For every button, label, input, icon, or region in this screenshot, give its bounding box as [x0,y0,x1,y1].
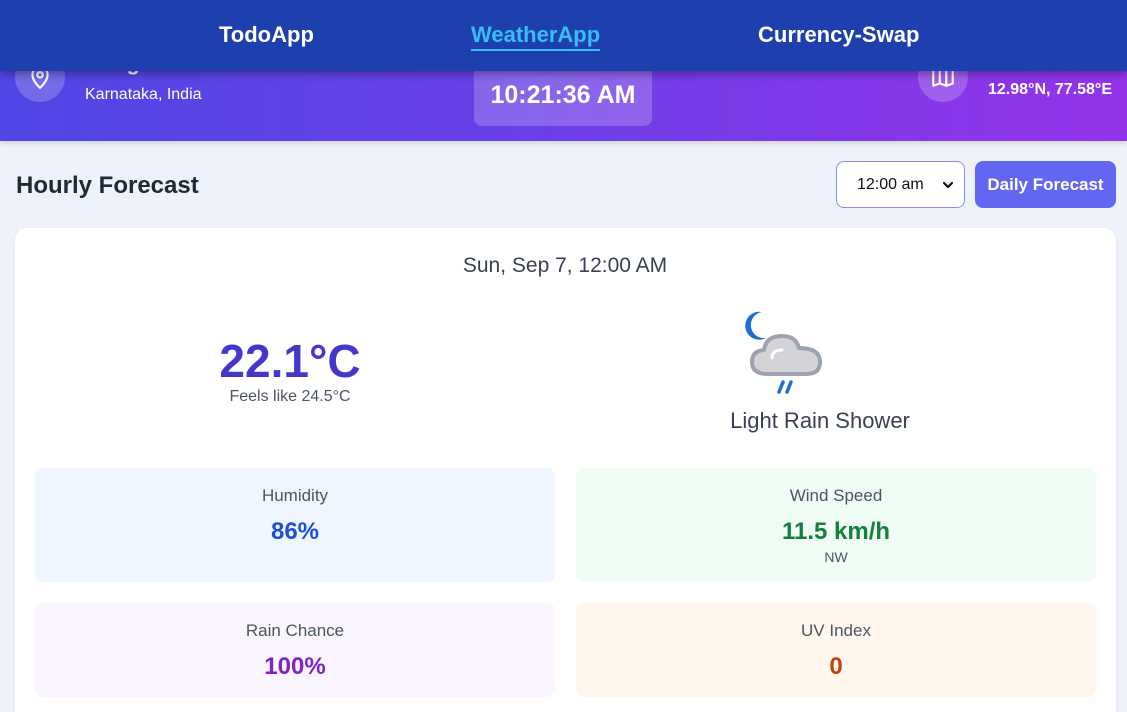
wind-direction: NW [824,549,848,565]
uv-index-card: UV Index 0 [576,603,1096,697]
coordinates: 12.98°N, 77.58°E [988,81,1112,98]
nav-currency-swap[interactable]: Currency-Swap [758,22,919,48]
rain-value: 100% [264,653,326,680]
current-time: 10:21:36 AM [474,64,652,126]
nav-todoapp[interactable]: TodoApp [219,22,314,48]
temperature: 22.1°C [219,335,361,387]
section-title: Hourly Forecast [16,172,199,199]
rain-label: Rain Chance [245,621,345,640]
hour-select-value: 12:00 am [857,175,924,193]
humidity-value: 86% [270,518,320,545]
region-name: Karnataka, India [85,86,202,103]
daily-forecast-button[interactable]: Daily Forecast [975,161,1116,208]
uv-label: UV Index [801,621,871,640]
nav-weatherapp[interactable]: WeatherApp [471,22,601,51]
hour-select[interactable]: 12:00 am [836,161,965,208]
weather-condition: Light Rain Shower [730,408,910,433]
humidity-label: Humidity [261,486,329,505]
humidity-card: Humidity 86% [35,468,555,582]
feels-like: Feels like 24.5°C [229,388,351,405]
top-nav: TodoApp WeatherApp Currency-Swap [0,0,1127,71]
rain-chance-card: Rain Chance 100% [35,603,555,697]
forecast-date: Sun, Sep 7, 12:00 AM [462,254,668,277]
wind-value: 11.5 km/h [781,518,891,545]
wind-card: Wind Speed 11.5 km/h NW [576,468,1096,582]
uv-value: 0 [829,653,843,680]
chevron-down-icon [942,178,954,196]
night-rain-cloud-icon [738,308,828,403]
wind-label: Wind Speed [789,486,883,505]
